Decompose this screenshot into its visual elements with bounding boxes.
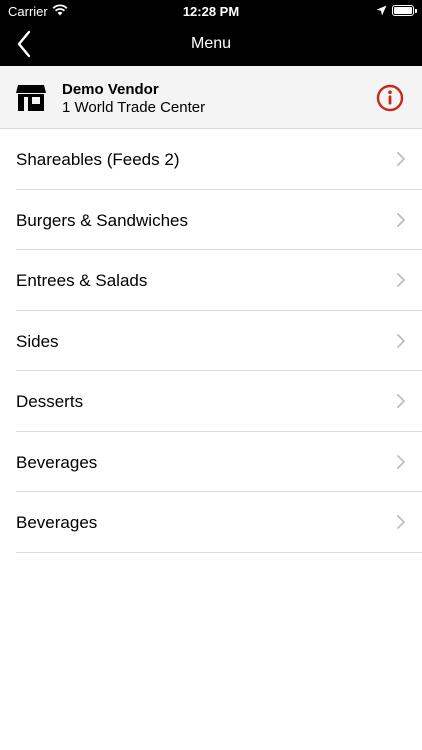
menu-item-label: Beverages: [16, 452, 98, 472]
clock: 12:28 PM: [182, 4, 240, 19]
chevron-right-icon: [397, 333, 405, 348]
navigation-bar: Menu: [0, 22, 422, 66]
menu-item-label: Sides: [16, 331, 59, 351]
vendor-address: 1 World Trade Center: [62, 99, 206, 116]
chevron-right-icon: [397, 454, 405, 469]
top-bar: Carrier 12:28 PM Menu: [0, 0, 422, 66]
vendor-name: Demo Vendor: [62, 81, 159, 98]
menu-item-label: Desserts: [16, 392, 84, 411]
battery-icon: [392, 5, 417, 16]
location-arrow-icon: [376, 4, 387, 19]
menu-item-shareables[interactable]: Shareables (Feeds 2): [0, 129, 422, 190]
menu-item-sides[interactable]: Sides: [0, 311, 422, 372]
chevron-right-icon: [397, 273, 405, 287]
chevron-right-icon: [397, 212, 405, 227]
menu-item-burgers-sandwiches[interactable]: Burgers & Sandwiches: [0, 190, 422, 251]
info-icon[interactable]: [376, 84, 404, 112]
storefront-icon: [16, 82, 46, 112]
chevron-right-icon: [397, 394, 405, 408]
menu-item-entrees-salads[interactable]: Entrees & Salads: [0, 250, 422, 311]
chevron-right-icon: [397, 152, 405, 166]
status-bar: Carrier 12:28 PM: [0, 0, 422, 22]
menu-item-beverages[interactable]: Beverages: [0, 432, 422, 493]
menu-item-label: Shareables (Feeds 2): [16, 150, 180, 169]
menu-item-label: Entrees & Salads: [16, 271, 148, 290]
menu-item-desserts[interactable]: Desserts: [0, 371, 422, 432]
menu-item-label: Beverages: [16, 513, 98, 532]
menu-item-beverages-2[interactable]: Beverages: [0, 492, 422, 553]
chevron-right-icon: [397, 515, 405, 529]
page-title: Menu: [190, 35, 232, 52]
menu-item-label: Burgers & Sandwiches: [16, 210, 188, 230]
vendor-header: Demo Vendor 1 World Trade Center: [0, 66, 422, 129]
menu-list: Shareables (Feeds 2) Burgers & Sandwiche…: [0, 129, 422, 553]
